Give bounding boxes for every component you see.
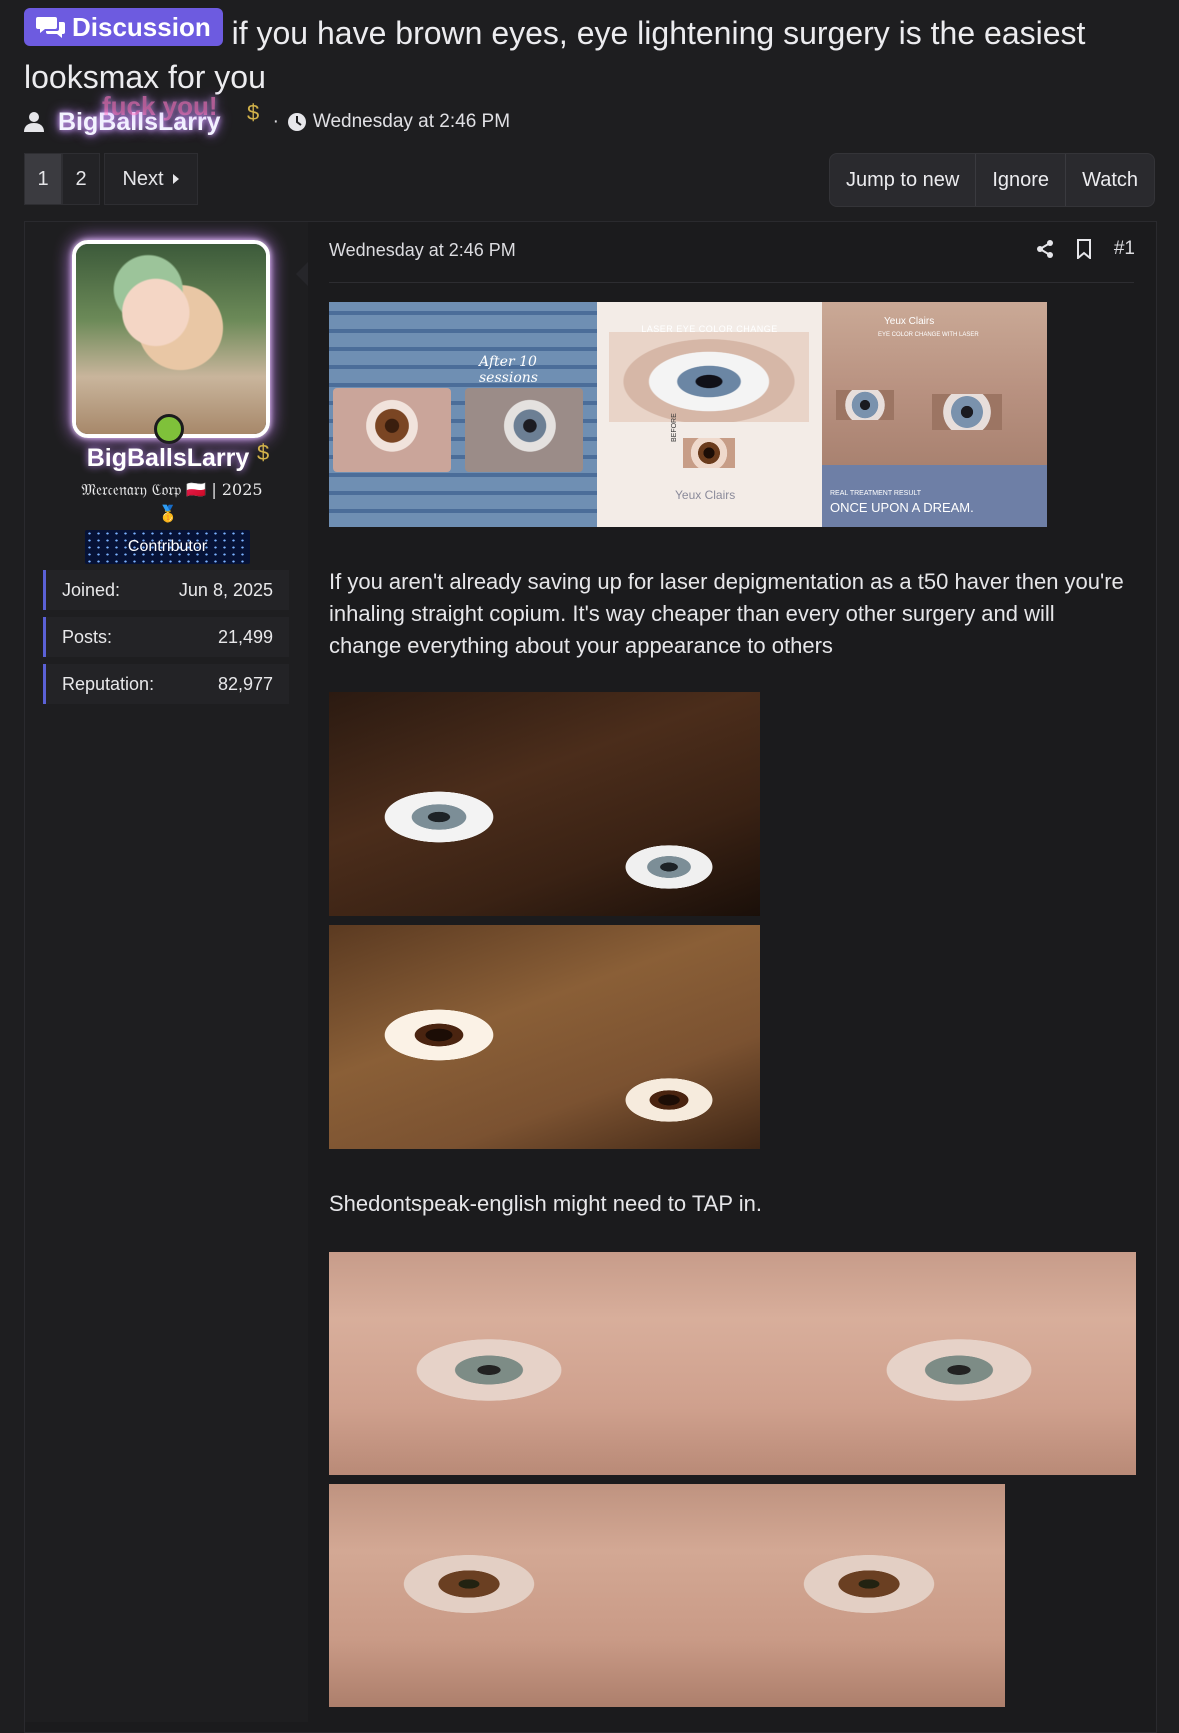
jump-to-new-button[interactable]: Jump to new (830, 154, 975, 206)
brand-label: Yeux Clairs (884, 316, 935, 327)
brand-label: Yeux Clairs (675, 488, 736, 502)
chat-bubbles-icon (36, 17, 65, 38)
stat-label: Posts: (62, 626, 113, 647)
stat-posts: Posts: 21,499 (43, 617, 289, 657)
share-icon[interactable] (1036, 240, 1054, 258)
avatar-image (76, 244, 266, 434)
image-caption: EYE COLOR CHANGE WITH LASER (878, 332, 979, 338)
post-number[interactable]: #1 (1114, 238, 1135, 260)
image-caption: ONCE UPON A DREAM. (830, 500, 974, 515)
post-paragraph: Shedontspeak-english might need to TAP i… (329, 1191, 762, 1216)
next-page-button[interactable]: Next (104, 153, 198, 205)
medal-icon: 🥇 (158, 506, 178, 523)
stat-value: Jun 8, 2025 (178, 579, 273, 600)
post-image-brown-eyes[interactable] (329, 925, 760, 1149)
thread-title: Discussion if you have brown eyes, eye l… (24, 8, 1154, 99)
user-name: BigBallsLarry (86, 444, 250, 472)
stat-value: 82,977 (217, 673, 273, 694)
dream-ad-image: Yeux Clairs EYE COLOR CHANGE WITH LASER … (822, 302, 1047, 527)
stat-joined: Joined: Jun 8, 2025 (43, 570, 289, 610)
watch-button[interactable]: Watch (1065, 154, 1154, 206)
pagination: 1 2 Next (24, 153, 198, 205)
before-label: BEFORE (671, 413, 678, 442)
page-2-button[interactable]: 2 (62, 153, 100, 205)
online-status-icon (154, 414, 184, 444)
post-paragraph: If you aren't already saving up for lase… (329, 569, 1124, 658)
avatar[interactable] (72, 240, 270, 438)
post-arrow (296, 262, 308, 286)
laser-ad-image: LASER EYE COLOR CHANGE BEFORE Yeux Clair… (597, 302, 822, 527)
prefix-label: Discussion (72, 12, 211, 42)
gray-eye-image (465, 388, 583, 472)
bookmark-icon[interactable] (1076, 239, 1092, 259)
user-title: 𝔐𝔢𝔯𝔠𝔢𝔫𝔞𝔯𝔶 ℭ𝔬𝔯𝔭 🇵🇱 | 2025 (81, 480, 263, 499)
thread-date[interactable]: Wednesday at 2:46 PM (313, 111, 510, 133)
thread-author-link[interactable]: BigBallsLarry fuck you! (58, 93, 221, 137)
stat-reputation: Reputation: 82,977 (43, 664, 289, 704)
ignore-button[interactable]: Ignore (975, 154, 1065, 206)
brown-eye-image (333, 388, 451, 472)
post-image-strip[interactable]: After 10 sessions LASER EYE COLOR CHANGE… (329, 302, 1047, 527)
post-image-light-eyes[interactable] (329, 692, 760, 916)
prefix-badge[interactable]: Discussion (24, 8, 223, 46)
post-image-gray-eyes-closeup[interactable] (329, 1252, 1136, 1475)
meta-separator: · (272, 111, 279, 132)
user-name-link[interactable]: BigBallsLarry (68, 444, 268, 473)
image-caption: After 10 sessions (479, 354, 538, 386)
author-name-overlay: fuck you! (102, 90, 218, 121)
caret-right-icon (172, 174, 179, 184)
user-icon (24, 112, 44, 132)
stat-value[interactable]: 21,499 (218, 627, 273, 648)
post-tools: #1 (1036, 238, 1135, 260)
stat-label: Reputation: (62, 673, 155, 694)
eye-image (932, 394, 1002, 430)
page-1-button[interactable]: 1 (24, 153, 62, 205)
post-date[interactable]: Wednesday at 2:46 PM (329, 240, 516, 261)
thread-meta: BigBallsLarry fuck you! · Wednesday at 2… (24, 93, 510, 140)
user-banner: Contributor (85, 530, 250, 564)
before-after-image: After 10 sessions (329, 302, 597, 527)
blue-eye-image (609, 332, 809, 422)
clock-icon (287, 113, 306, 131)
image-caption: REAL TREATMENT RESULT (830, 490, 922, 497)
stat-label: Joined: (62, 579, 121, 600)
post-divider (329, 282, 1134, 283)
dollar-icon: $ (247, 100, 260, 125)
next-label: Next (122, 167, 164, 190)
dollar-icon: $ (257, 440, 270, 465)
post-image-brown-eyes-closeup[interactable] (329, 1484, 1005, 1707)
thread-actions: Jump to new Ignore Watch (828, 153, 1155, 207)
before-eye-image (683, 438, 735, 468)
eye-image (836, 390, 894, 420)
